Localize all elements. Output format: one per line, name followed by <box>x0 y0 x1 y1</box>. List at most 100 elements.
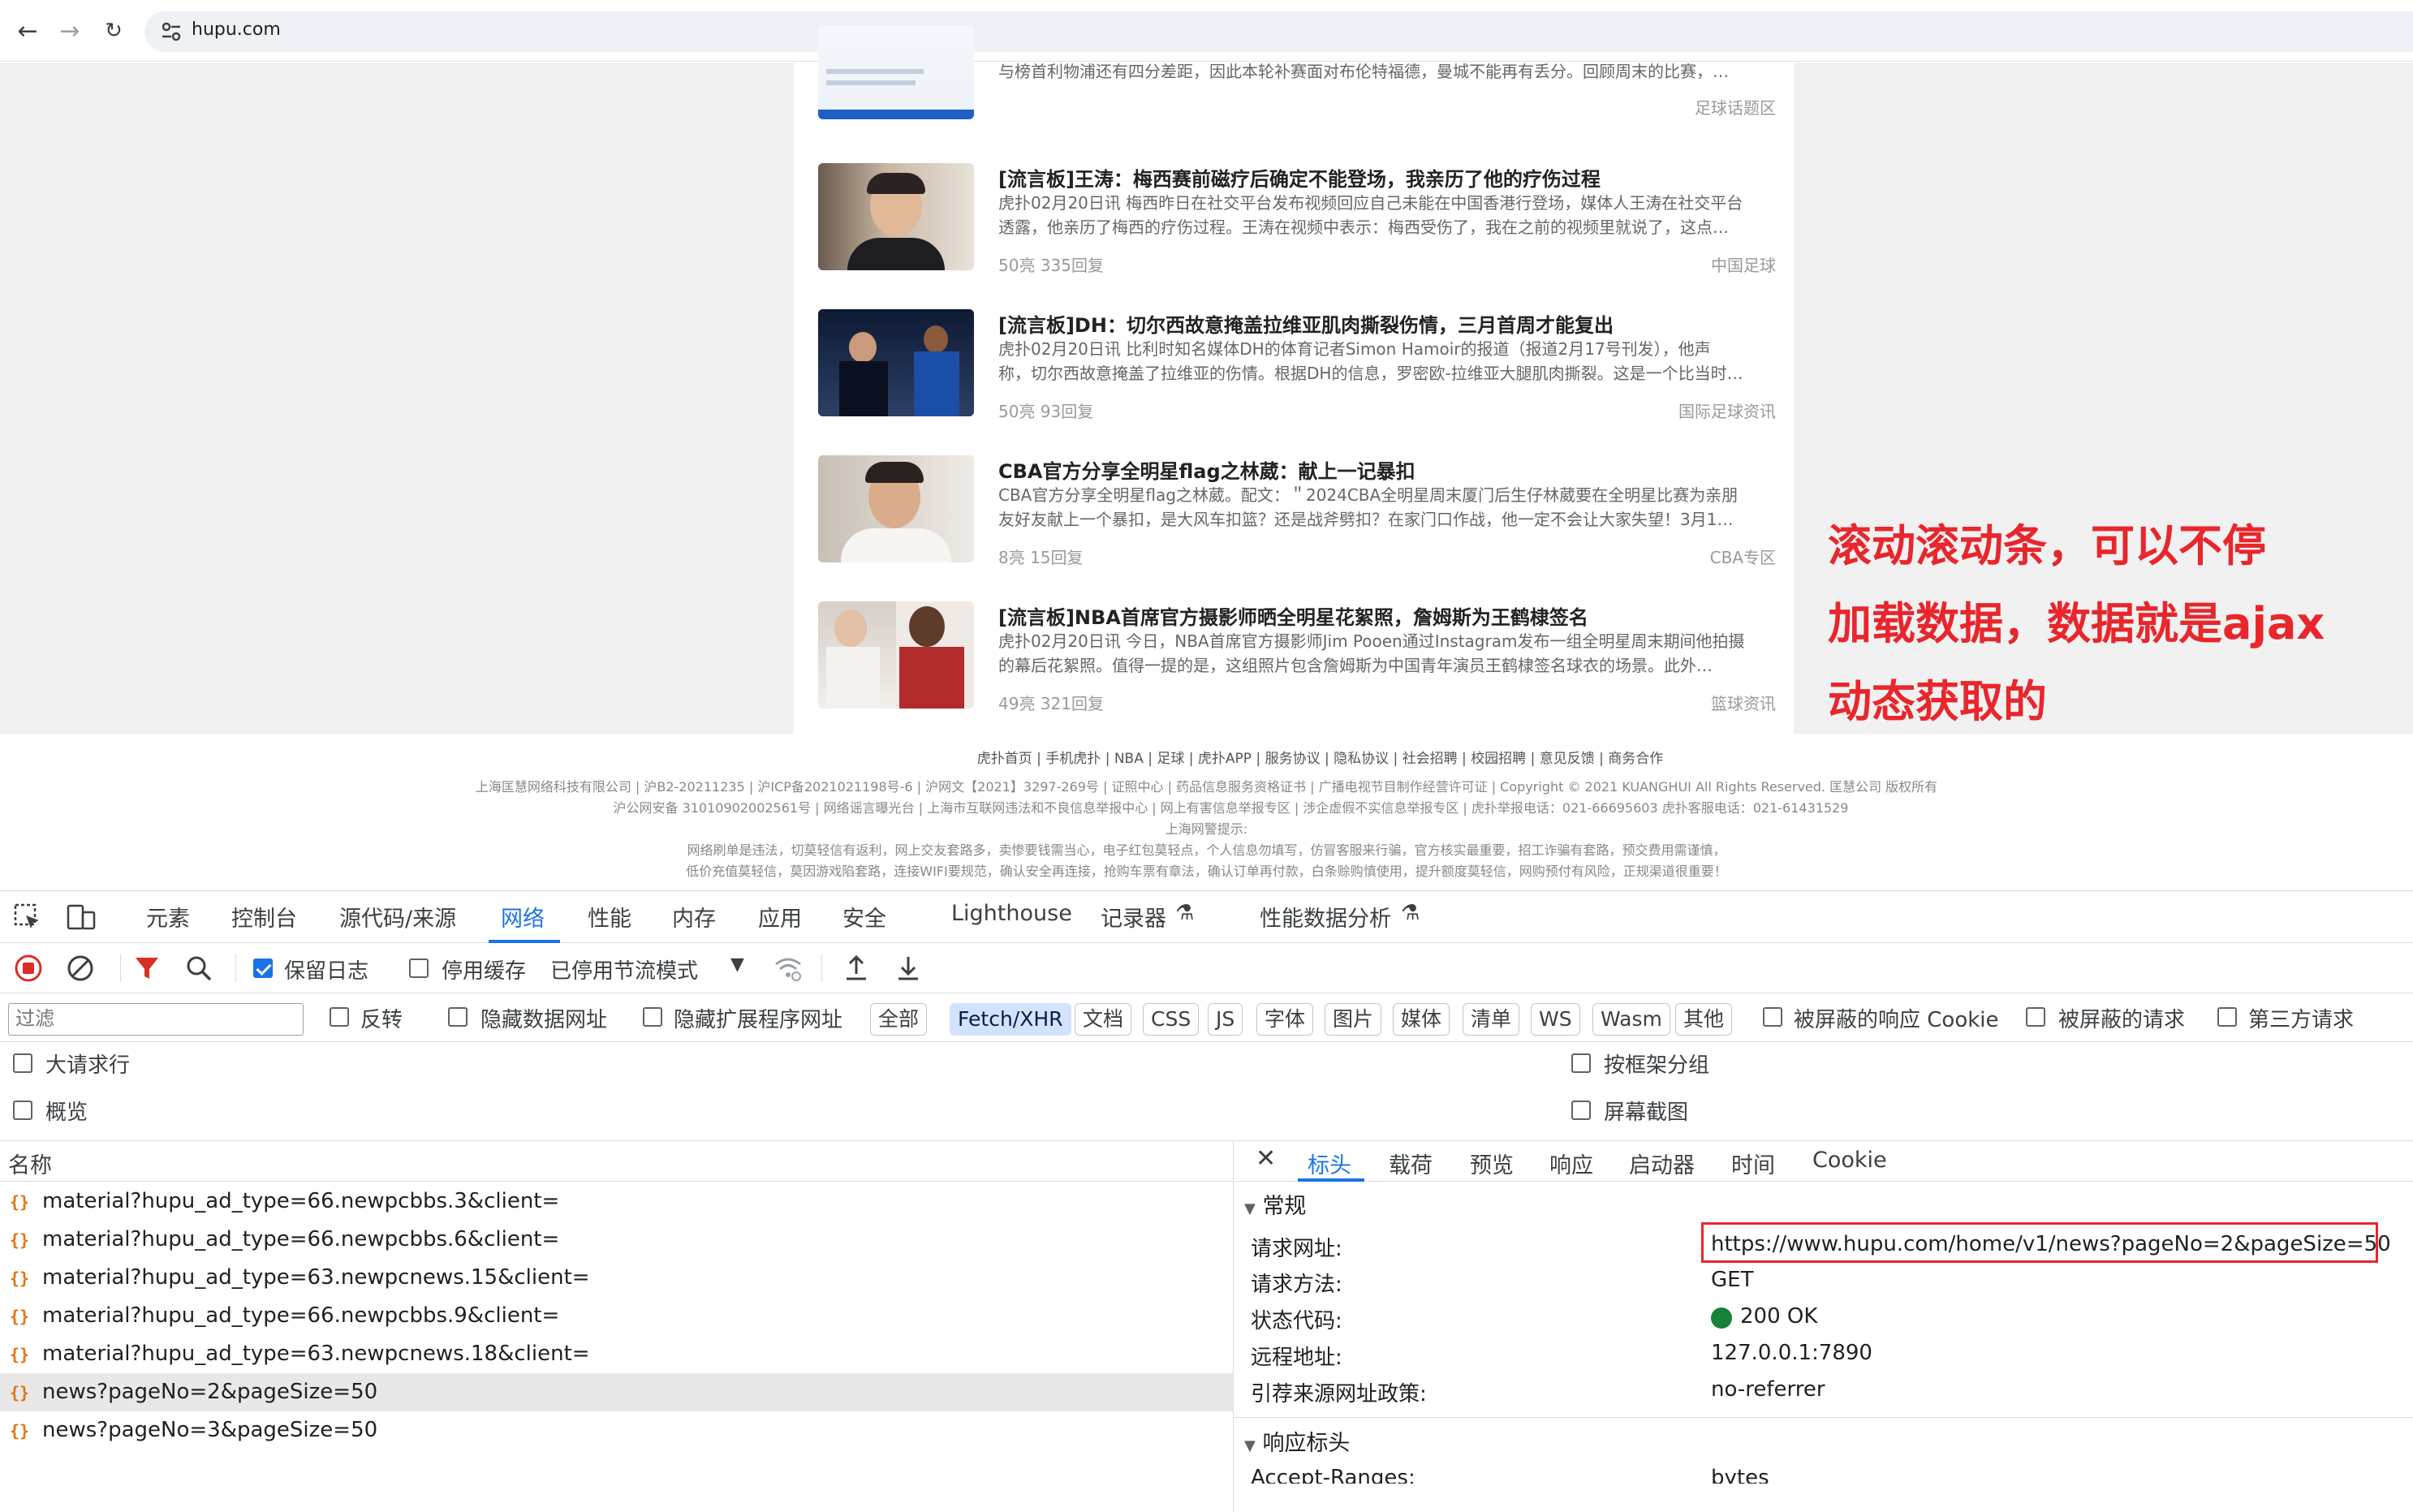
news-item[interactable]: [流言板]DH：切尔西故意掩盖拉维亚肌肉撕裂伤情，三月首周才能复出 虎扑02月2… <box>818 309 1776 455</box>
news-thumbnail <box>818 309 974 416</box>
flask-icon: ⚗ <box>1175 901 1195 925</box>
news-list: 与榜首利物浦还有四分差距，因此本轮补赛面对布伦特福德，曼城不能再有丢分。回顾周末… <box>794 25 1794 734</box>
request-row[interactable]: {} news?pageNo=3&pageSize=50 <box>0 1411 1234 1450</box>
section-general[interactable]: ▼ 常规 <box>1244 1188 1306 1220</box>
inspect-element-icon[interactable] <box>13 902 42 932</box>
tab-console[interactable]: 控制台 <box>231 901 297 933</box>
column-header-name[interactable]: 名称 <box>0 1141 1234 1182</box>
tab-headers[interactable]: 标头 <box>1308 1148 1351 1179</box>
group-by-frame-label: 按框架分组 <box>1604 1053 1710 1078</box>
group-by-frame-checkbox[interactable] <box>1571 1053 1591 1073</box>
stop-recording-icon[interactable] <box>13 953 44 984</box>
news-title[interactable]: [流言板]DH：切尔西故意掩盖拉维亚肌肉撕裂伤情，三月首周才能复出 <box>998 309 1614 338</box>
type-filter-xhr[interactable]: Fetch/XHR <box>950 1003 1071 1036</box>
type-filter-other[interactable]: 其他 <box>1675 1003 1733 1036</box>
type-filter-font[interactable]: 字体 <box>1256 1003 1314 1036</box>
screenshots-checkbox[interactable] <box>1571 1101 1591 1120</box>
news-category[interactable]: 足球话题区 <box>1695 95 1776 118</box>
news-item[interactable]: 与榜首利物浦还有四分差距，因此本轮补赛面对布伦特福德，曼城不能再有丢分。回顾周末… <box>818 25 1776 171</box>
hide-ext-urls-checkbox[interactable] <box>643 1007 662 1027</box>
section-response-headers[interactable]: ▼ 响应标头 <box>1244 1425 1350 1457</box>
close-icon[interactable]: ✕ <box>1256 1144 1276 1173</box>
tab-payload[interactable]: 载荷 <box>1389 1148 1433 1179</box>
device-toolbar-icon[interactable] <box>65 902 97 932</box>
news-category[interactable]: 中国足球 <box>1711 252 1776 276</box>
type-filter-css[interactable]: CSS <box>1143 1003 1200 1036</box>
tab-application[interactable]: 应用 <box>758 901 802 933</box>
type-filter-img[interactable]: 图片 <box>1325 1003 1382 1036</box>
tab-cookies[interactable]: Cookie <box>1812 1148 1887 1173</box>
type-filter-ws[interactable]: WS <box>1531 1003 1580 1036</box>
tab-sources[interactable]: 源代码/来源 <box>339 901 456 933</box>
news-category[interactable]: 国际足球资讯 <box>1678 398 1776 422</box>
filter-icon[interactable] <box>131 953 162 984</box>
method-value: GET <box>1711 1268 1754 1292</box>
site-footer: 虎扑首页 | 手机虎扑 | NBA | 足球 | 虎扑APP | 服务协议 | … <box>0 734 2413 890</box>
site-settings-icon[interactable] <box>159 19 183 44</box>
invert-checkbox[interactable] <box>330 1007 349 1027</box>
news-title[interactable]: CBA官方分享全明星flag之林葳：献上一记暴扣 <box>998 455 1415 484</box>
reload-icon[interactable]: ↻ <box>99 16 128 45</box>
xhr-icon: {} <box>10 1230 30 1250</box>
tab-response[interactable]: 响应 <box>1549 1148 1593 1179</box>
request-row[interactable]: {} material?hupu_ad_type=66.newpcbbs.9&cl… <box>0 1297 1234 1335</box>
tab-elements[interactable]: 元素 <box>146 901 190 933</box>
tab-performance[interactable]: 性能 <box>588 901 631 933</box>
footer-license: 沪公网安备 31010902002561号 | 网络谣言曝光台 | 上海市互联网… <box>613 800 1849 816</box>
triangle-down-icon: ▼ <box>1244 1200 1256 1217</box>
tab-timing[interactable]: 时间 <box>1731 1148 1775 1179</box>
import-har-icon[interactable] <box>841 953 872 984</box>
request-row[interactable]: {} material?hupu_ad_type=63.newpcnews.15&… <box>0 1259 1234 1297</box>
tab-network[interactable]: 网络 <box>501 901 545 933</box>
type-filter-js[interactable]: JS <box>1208 1003 1243 1036</box>
news-category[interactable]: 篮球资讯 <box>1711 691 1776 714</box>
chevron-down-icon[interactable]: ▼ <box>730 954 744 975</box>
overview-checkbox[interactable] <box>13 1101 32 1120</box>
request-row[interactable]: {} material?hupu_ad_type=66.newpcbbs.3&cl… <box>0 1182 1234 1221</box>
type-filter-all[interactable]: 全部 <box>870 1003 928 1036</box>
devtools-tab-bar: 元素 控制台 源代码/来源 网络 性能 内存 应用 安全 Lighthouse … <box>0 891 2413 943</box>
news-category[interactable]: CBA专区 <box>1710 545 1776 568</box>
third-party-label: 第三方请求 <box>2248 1008 2355 1032</box>
referrer-policy-key: 引荐来源网址政策: <box>1251 1382 1427 1406</box>
search-icon[interactable] <box>183 953 214 984</box>
request-row-selected[interactable]: {} news?pageNo=2&pageSize=50 <box>0 1373 1234 1411</box>
big-rows-checkbox[interactable] <box>13 1053 32 1073</box>
tab-performance-insights[interactable]: 性能数据分析 <box>1260 901 1391 933</box>
third-party-checkbox[interactable] <box>2217 1007 2237 1027</box>
type-filter-media[interactable]: 媒体 <box>1393 1003 1450 1036</box>
news-item[interactable]: [流言板]NBA首席官方摄影师晒全明星花絮照，詹姆斯为王鹤棣签名 虎扑02月20… <box>818 601 1776 747</box>
tab-security[interactable]: 安全 <box>842 901 886 933</box>
tab-lighthouse[interactable]: Lighthouse <box>951 901 1072 933</box>
detail-tab-bar: ✕ 标头 载荷 预览 响应 启动器 时间 Cookie <box>1235 1141 2413 1182</box>
footer-links[interactable]: 虎扑首页 | 手机虎扑 | NBA | 足球 | 虎扑APP | 服务协议 | … <box>114 747 2413 767</box>
type-filter-doc[interactable]: 文档 <box>1075 1003 1132 1036</box>
tab-memory[interactable]: 内存 <box>672 901 716 933</box>
news-item[interactable]: [流言板]王涛：梅西赛前磁疗后确定不能登场，我亲历了他的疗伤过程 虎扑02月20… <box>818 163 1776 309</box>
footer-warning: 网络刷单是违法，切莫轻信有返利，网上交友套路多，卖惨要钱需当心，电子红包莫轻点，… <box>687 842 1726 858</box>
type-filter-manifest[interactable]: 清单 <box>1463 1003 1520 1036</box>
blocked-requests-checkbox[interactable] <box>2026 1007 2045 1027</box>
hide-data-urls-checkbox[interactable] <box>448 1007 468 1027</box>
news-title[interactable]: [流言板]王涛：梅西赛前磁疗后确定不能登场，我亲历了他的疗伤过程 <box>998 163 1601 192</box>
forward-icon[interactable]: → <box>55 16 84 45</box>
tab-initiator[interactable]: 启动器 <box>1629 1148 1695 1179</box>
disable-cache-checkbox[interactable] <box>409 958 429 978</box>
preserve-log-checkbox[interactable] <box>253 958 273 978</box>
request-row[interactable]: {} material?hupu_ad_type=66.newpcbbs.6&cl… <box>0 1221 1234 1259</box>
export-har-icon[interactable] <box>893 953 924 984</box>
news-meta: 8亮 15回复 <box>998 548 1084 567</box>
tab-recorder[interactable]: 记录器 <box>1101 901 1166 933</box>
news-item[interactable]: CBA官方分享全明星flag之林葳：献上一记暴扣 CBA官方分享全明星flag之… <box>818 455 1776 601</box>
request-row[interactable]: {} material?hupu_ad_type=63.newpcnews.18&… <box>0 1335 1234 1373</box>
throttling-select[interactable]: 已停用节流模式 <box>550 954 698 984</box>
news-title[interactable]: [流言板]NBA首席官方摄影师晒全明星花絮照，詹姆斯为王鹤棣签名 <box>998 601 1588 630</box>
tab-preview[interactable]: 预览 <box>1470 1148 1514 1179</box>
type-filter-wasm[interactable]: Wasm <box>1592 1003 1670 1036</box>
clear-icon[interactable] <box>65 953 96 984</box>
url-text[interactable]: hupu.com <box>192 19 281 40</box>
filter-input[interactable] <box>8 1003 304 1036</box>
blocked-cookies-checkbox[interactable] <box>1763 1007 1782 1027</box>
network-conditions-icon[interactable] <box>773 953 804 984</box>
back-icon[interactable]: ← <box>13 16 42 45</box>
